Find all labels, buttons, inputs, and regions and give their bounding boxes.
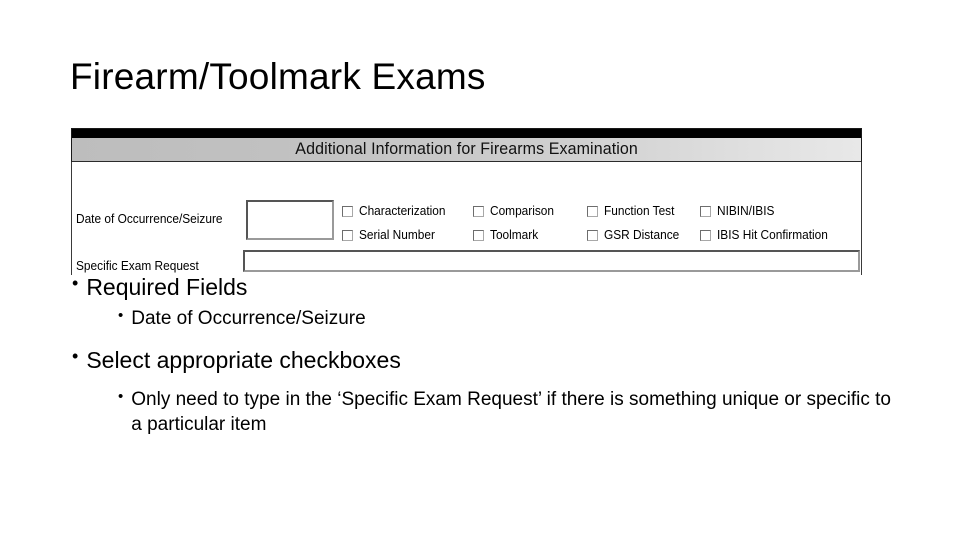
checkbox-item-characterization[interactable]: Characterization [342, 204, 473, 218]
list-item-text: Select appropriate checkboxes [86, 347, 401, 374]
checkbox-item-serial-number[interactable]: Serial Number [342, 228, 473, 242]
checkbox-label: Serial Number [359, 228, 435, 242]
form-header-title: Additional Information for Firearms Exam… [295, 140, 638, 158]
bullet-marker-icon: • [118, 387, 124, 405]
checkbox-item-nibin-ibis[interactable]: NIBIN/IBIS [700, 204, 860, 218]
checkbox-item-gsr-distance[interactable]: GSR Distance [587, 228, 700, 242]
checkbox-icon[interactable] [342, 229, 353, 241]
list-item: • Select appropriate checkboxes [70, 345, 900, 375]
checkbox-label: Function Test [604, 204, 675, 218]
bullet-marker-icon: • [72, 273, 79, 293]
list-item: • Date of Occurrence/Seizure [70, 306, 900, 331]
checkbox-icon[interactable] [587, 205, 598, 217]
checkbox-icon[interactable] [700, 205, 711, 217]
firearms-examination-form: Additional Information for Firearms Exam… [71, 128, 862, 275]
checkbox-label: Comparison [490, 204, 555, 218]
checkbox-label: Characterization [359, 204, 446, 218]
exam-type-checkbox-grid: Characterization Comparison Function Tes… [342, 199, 862, 247]
date-of-occurrence-input[interactable] [246, 200, 334, 240]
form-header-black-bar [72, 129, 861, 138]
list-item: • Only need to type in the ‘Specific Exa… [70, 387, 900, 437]
bullet-list: • Required Fields • Date of Occurrence/S… [70, 268, 900, 438]
checkbox-label: IBIS Hit Confirmation [717, 228, 828, 242]
checkbox-icon[interactable] [473, 229, 484, 241]
checkbox-label: NIBIN/IBIS [717, 204, 775, 218]
checkbox-icon[interactable] [700, 229, 711, 241]
checkbox-item-function-test[interactable]: Function Test [587, 204, 700, 218]
checkbox-label: Toolmark [490, 228, 539, 242]
checkbox-icon[interactable] [342, 205, 353, 217]
checkbox-row: Characterization Comparison Function Tes… [342, 199, 862, 223]
list-item-text: Only need to type in the ‘Specific Exam … [131, 388, 891, 435]
form-header: Additional Information for Firearms Exam… [71, 128, 862, 162]
checkbox-row: Serial Number Toolmark GSR Distance IBIS… [342, 223, 862, 247]
form-body: Date of Occurrence/Seizure Characterizat… [71, 162, 862, 275]
form-header-gradient-band: Additional Information for Firearms Exam… [72, 138, 861, 161]
checkbox-icon[interactable] [587, 229, 598, 241]
checkbox-label: GSR Distance [604, 228, 680, 242]
list-item-text: Required Fields [86, 274, 248, 300]
checkbox-item-comparison[interactable]: Comparison [473, 204, 587, 218]
page-title: Firearm/Toolmark Exams [70, 56, 486, 97]
checkbox-icon[interactable] [473, 205, 484, 217]
checkbox-item-toolmark[interactable]: Toolmark [473, 228, 587, 242]
date-of-occurrence-label: Date of Occurrence/Seizure [76, 212, 223, 226]
bullet-marker-icon: • [72, 346, 79, 367]
checkbox-item-ibis-hit-confirmation[interactable]: IBIS Hit Confirmation [700, 228, 860, 242]
list-item-text: Date of Occurrence/Seizure [131, 308, 366, 330]
list-item: • Required Fields [70, 272, 900, 302]
bullet-marker-icon: • [118, 307, 124, 325]
